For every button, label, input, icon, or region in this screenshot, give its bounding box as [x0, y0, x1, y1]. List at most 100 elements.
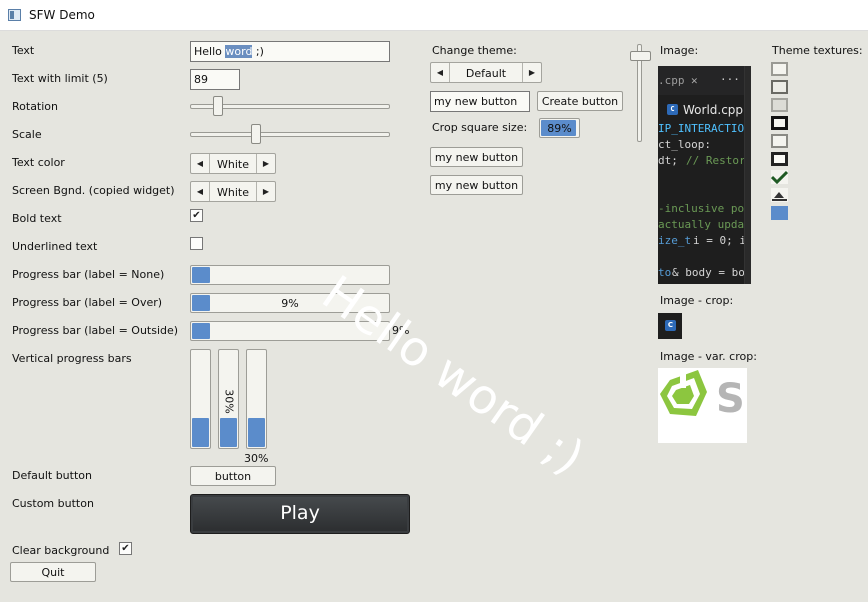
texture-tile	[771, 62, 788, 76]
image-var-crop-label: Image - var. crop:	[660, 350, 757, 363]
scale-label: Scale	[12, 128, 42, 141]
title-bar: SFW Demo	[0, 0, 868, 31]
text-color-label: Text color	[12, 156, 65, 169]
vertical-progress-none	[190, 349, 211, 449]
screen-bg-value: White	[217, 186, 249, 199]
pb-over-label: Progress bar (label = Over)	[12, 296, 163, 309]
text-label: Text	[12, 44, 35, 57]
bold-text-label: Bold text	[12, 212, 62, 225]
theme-selector[interactable]: ◀ Default ▶	[430, 62, 542, 83]
underlined-text-checkbox[interactable]	[190, 237, 203, 250]
text-input[interactable]: Hello word ;)	[190, 41, 390, 62]
progress-bar-outside	[190, 321, 390, 341]
texture-tile	[771, 206, 788, 220]
progress-fill	[192, 323, 210, 339]
code-tab-bar: .cpp ✕ ···	[658, 66, 751, 95]
progress-fill	[192, 418, 209, 447]
new-button-name-input[interactable]: my new button	[430, 91, 530, 112]
play-button[interactable]: Play	[190, 494, 410, 534]
text-limit-label: Text with limit (5)	[12, 72, 108, 85]
code-line: ize_t	[658, 234, 692, 247]
pb-outside-label: Progress bar (label = Outside)	[12, 324, 179, 337]
progress-bar-none	[190, 265, 390, 285]
logo-letter: S	[716, 376, 745, 422]
crop-size-label: Crop square size:	[432, 121, 528, 134]
code-line: i = 0; i	[693, 234, 746, 247]
my-new-button[interactable]: my new button	[430, 175, 523, 195]
prev-arrow-icon[interactable]: ◀	[431, 63, 450, 82]
prev-arrow-icon[interactable]: ◀	[191, 154, 210, 173]
texture-tile	[771, 134, 788, 148]
texture-tile	[771, 98, 788, 112]
code-comment: // Restore	[686, 154, 751, 167]
progress-fill	[248, 418, 265, 447]
code-file-tab: World.cpp	[683, 103, 744, 117]
code-line: IP_INTERACTION	[658, 122, 751, 135]
progress-outside-text: 9%	[392, 324, 410, 337]
crop-size-value: 89%	[547, 122, 572, 135]
rotation-label: Rotation	[12, 100, 59, 113]
image-crop-label: Image - crop:	[660, 294, 734, 307]
close-icon: ✕	[691, 74, 698, 87]
scale-slider[interactable]	[190, 132, 390, 137]
checkmark-icon	[770, 170, 789, 185]
code-line: & body = bod	[672, 266, 751, 279]
prev-arrow-icon[interactable]: ◀	[191, 182, 210, 201]
next-arrow-icon[interactable]: ▶	[256, 182, 275, 201]
vertical-bars-label: Vertical progress bars	[12, 352, 132, 365]
text-color-selector[interactable]: ◀ White ▶	[190, 153, 276, 174]
text-input-selection: word	[225, 45, 253, 58]
vertical-progress-outside	[246, 349, 267, 449]
texture-tile	[771, 152, 788, 166]
cpp-file-icon: C	[665, 320, 676, 331]
var-cropped-image: S	[658, 368, 747, 443]
texture-tile	[771, 188, 788, 202]
image-label: Image:	[660, 44, 699, 57]
code-line: ct_loop:	[658, 138, 711, 151]
quit-button[interactable]: Quit	[10, 562, 96, 582]
app-window-icon	[8, 9, 21, 21]
progress-over-text: 9%	[281, 297, 299, 310]
default-button-label: Default button	[12, 469, 92, 482]
cpp-file-icon: C	[667, 104, 678, 115]
text-input-value: Hello	[194, 45, 226, 58]
progress-fill	[220, 418, 237, 447]
code-line: -inclusive pos	[658, 202, 751, 215]
theme-value: Default	[465, 67, 507, 80]
my-new-button[interactable]: my new button	[430, 147, 523, 167]
cropped-image: C	[658, 313, 682, 339]
text-color-value: White	[217, 158, 249, 171]
window-title: SFW Demo	[29, 8, 95, 22]
vertical-slider-thumb[interactable]	[630, 51, 651, 61]
rotation-slider-thumb[interactable]	[212, 96, 223, 116]
pb-none-label: Progress bar (label = None)	[12, 268, 165, 281]
theme-textures-label: Theme textures:	[772, 44, 863, 57]
clear-background-label: Clear background	[12, 544, 110, 557]
vertical-progress-over-text: 30%	[222, 388, 236, 414]
next-arrow-icon[interactable]: ▶	[522, 63, 541, 82]
text-limit-input[interactable]: 89	[190, 69, 240, 90]
progress-bar-over: 9%	[190, 293, 390, 313]
clear-background-checkbox[interactable]: ✔	[119, 542, 132, 555]
texture-tile	[771, 116, 788, 130]
screen-bg-label: Screen Bgnd. (copied widget)	[12, 184, 175, 197]
default-button[interactable]: button	[190, 466, 276, 486]
texture-tile	[771, 80, 788, 94]
screen-bg-selector[interactable]: ◀ White ▶	[190, 181, 276, 202]
more-icon: ···	[720, 73, 740, 86]
code-line: actually upda	[658, 218, 745, 231]
code-line: dt;	[658, 154, 678, 167]
vertical-progress-outside-text: 30%	[244, 452, 269, 465]
create-button[interactable]: Create button	[537, 91, 623, 111]
custom-button-label: Custom button	[12, 497, 94, 510]
scale-slider-thumb[interactable]	[250, 124, 261, 144]
bold-text-checkbox[interactable]: ✔	[190, 209, 203, 222]
vertical-progress-over: 30%	[218, 349, 239, 449]
crop-size-bar[interactable]: 89%	[539, 118, 580, 138]
change-theme-label: Change theme:	[432, 44, 517, 57]
next-arrow-icon[interactable]: ▶	[256, 154, 275, 173]
underlined-text-label: Underlined text	[12, 240, 98, 253]
code-scrollbar	[744, 66, 751, 284]
text-input-value-end: ;)	[252, 45, 264, 58]
code-line: to	[658, 266, 672, 279]
